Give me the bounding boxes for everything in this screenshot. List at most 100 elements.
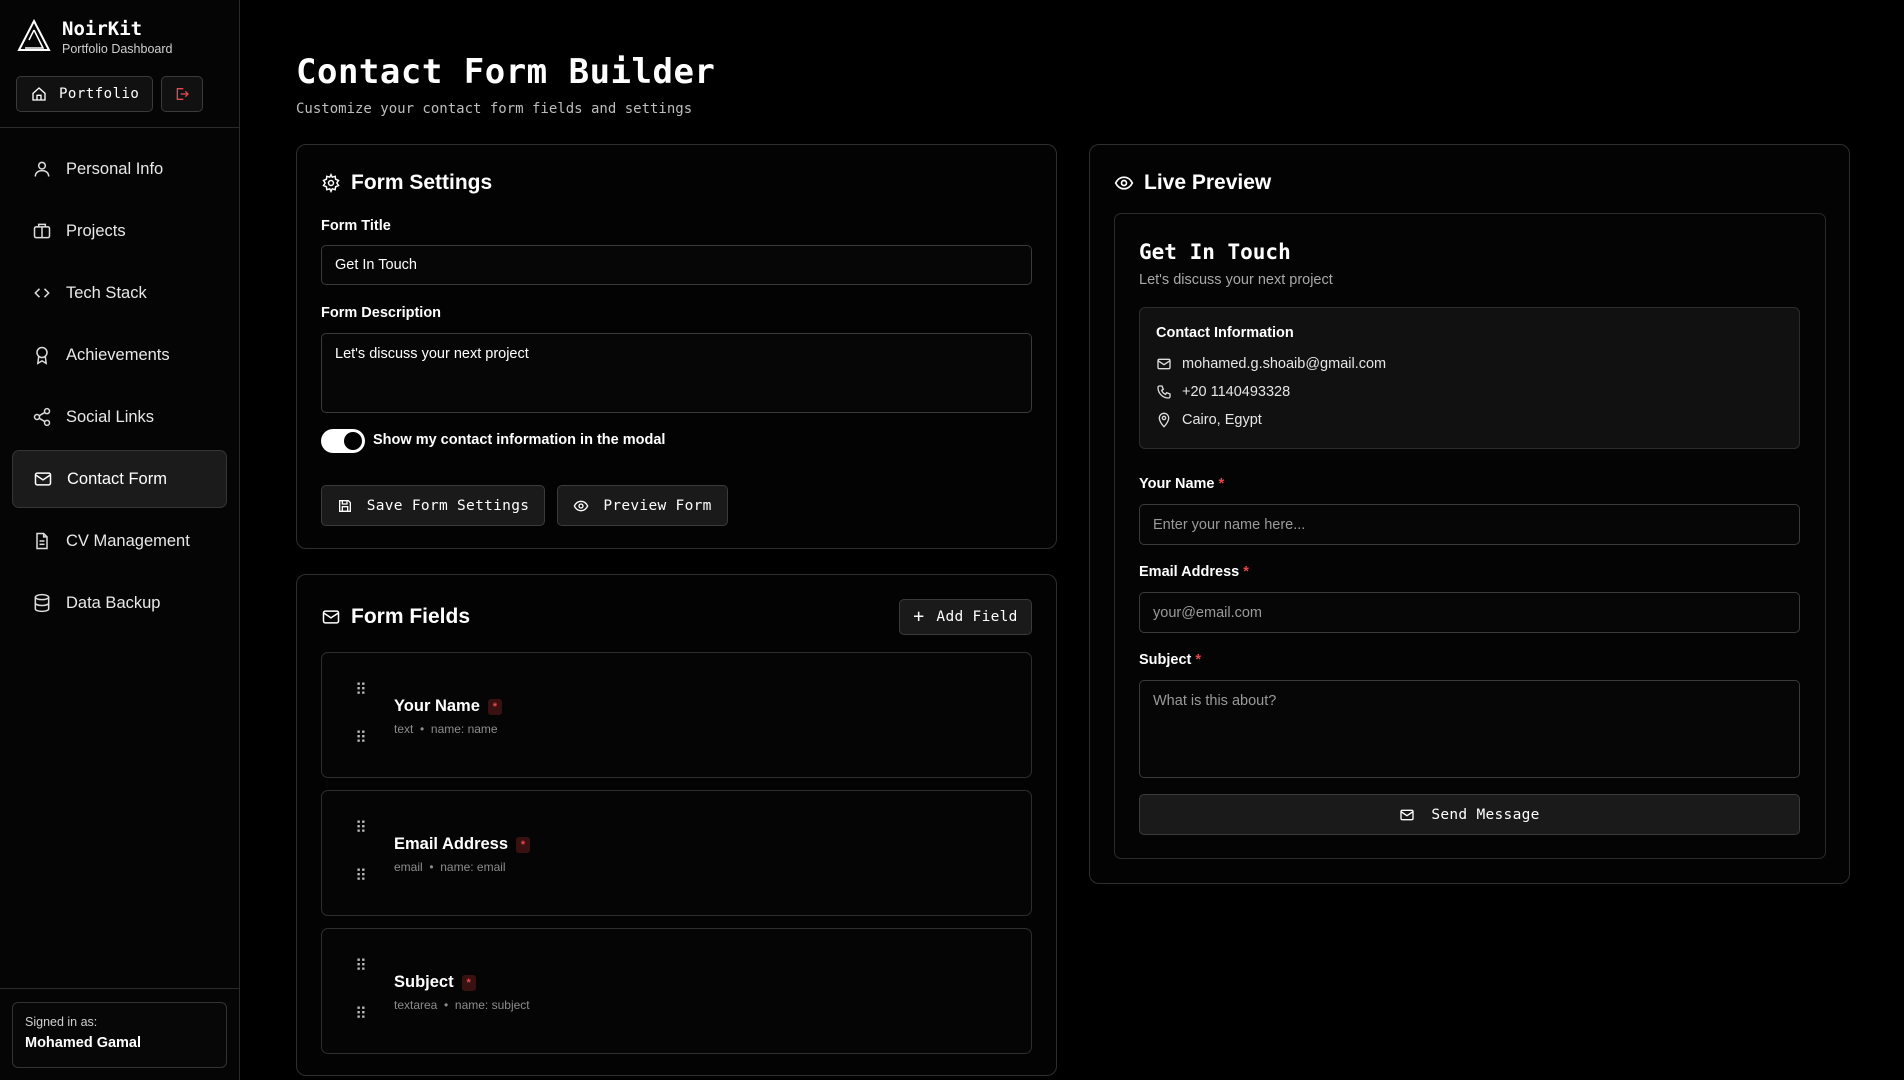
live-preview-card: Live Preview Get In Touch Let's discuss …: [1089, 144, 1850, 884]
preview-email-label-text: Email Address: [1139, 564, 1240, 580]
sidebar-item-contact-form[interactable]: Contact Form: [12, 450, 227, 508]
file-icon: [36, 532, 48, 550]
sidebar-item-label: Contact Form: [67, 469, 167, 488]
preview-name-input[interactable]: Enter your name here...: [1139, 504, 1800, 545]
field-row-email-address[interactable]: ⠿ ⠿ Email Address * email • name: email: [321, 790, 1032, 916]
portfolio-label: Portfolio: [59, 86, 140, 102]
field-key: name: subject: [454, 998, 530, 1012]
field-label: Your Name *: [394, 697, 502, 716]
form-description-textarea[interactable]: Let's discuss your next project: [321, 333, 1032, 413]
field-row-your-name[interactable]: ⠿ ⠿ Your Name * text • name: name: [321, 652, 1032, 778]
add-field-label: Add Field: [936, 609, 1018, 625]
gear-icon: [322, 173, 340, 193]
save-icon: [338, 499, 351, 512]
field-row-subject[interactable]: ⠿ ⠿ Subject * textarea • name: subject: [321, 928, 1032, 1054]
contact-info-box: Contact Information mohamed.g.shoaib@gma…: [1139, 307, 1800, 449]
contact-info-toggle-label: Show my contact information in the modal: [373, 432, 666, 448]
contact-location-value: Cairo, Egypt: [1182, 412, 1262, 428]
field-meta: email • name: email: [394, 860, 506, 874]
form-settings-title-text: Form Settings: [351, 171, 493, 194]
sidebar-item-label: CV Management: [66, 531, 190, 550]
sidebar-item-label: Projects: [66, 221, 126, 240]
drag-handle-icon[interactable]: ⠿: [355, 959, 367, 975]
sidebar-item-tech-stack[interactable]: Tech Stack: [12, 264, 227, 322]
sidebar-item-projects[interactable]: Projects: [12, 202, 227, 260]
required-badge: *: [487, 698, 502, 715]
brand-name: NoirKit: [62, 18, 143, 40]
page-title: Contact Form Builder: [296, 52, 716, 92]
drag-handle-icon[interactable]: ⠿: [355, 683, 367, 699]
contact-phone-value: +20 1140493328: [1182, 384, 1291, 400]
drag-handle-icon[interactable]: ⠿: [355, 821, 367, 837]
form-settings-title: Form Settings: [321, 171, 492, 195]
phone-icon: [1157, 385, 1171, 399]
preview-form-description: Let's discuss your next project: [1139, 272, 1333, 288]
logout-button[interactable]: [161, 76, 203, 112]
form-title-value: Get In Touch: [335, 257, 417, 273]
add-field-button[interactable]: + Add Field: [899, 599, 1032, 635]
meta-separator: •: [444, 998, 449, 1012]
field-type: text: [394, 722, 414, 736]
mail-icon: [1400, 809, 1414, 820]
logout-icon: [176, 88, 189, 100]
preview-form-title: Get In Touch: [1139, 240, 1291, 264]
home-icon: [32, 87, 46, 101]
sidebar-item-personal-info[interactable]: Personal Info: [12, 140, 227, 198]
send-message-label: Send Message: [1431, 806, 1540, 823]
preview-subject-placeholder: What is this about?: [1153, 693, 1277, 709]
save-form-settings-button[interactable]: Save Form Settings: [321, 485, 545, 526]
sidebar-item-data-backup[interactable]: Data Backup: [12, 574, 227, 632]
preview-name-placeholder: Enter your name here...: [1153, 517, 1306, 533]
form-fields-card: Form Fields + Add Field ⠿ ⠿ Your Name * …: [296, 574, 1057, 1076]
preview-email-placeholder: your@email.com: [1153, 605, 1262, 621]
preview-subject-textarea[interactable]: What is this about?: [1139, 680, 1800, 778]
field-meta: textarea • name: subject: [394, 998, 530, 1012]
preview-form: Get In Touch Let's discuss your next pro…: [1114, 213, 1826, 859]
sidebar-item-label: Social Links: [66, 407, 155, 426]
field-type: textarea: [394, 998, 438, 1012]
preview-email-input[interactable]: your@email.com: [1139, 592, 1800, 633]
preview-form-button[interactable]: Preview Form: [557, 485, 728, 526]
drag-handle-icon[interactable]: ⠿: [355, 1007, 367, 1023]
form-title-label: Form Title: [321, 218, 391, 234]
database-icon: [34, 593, 50, 613]
award-icon: [36, 346, 48, 365]
form-title-input[interactable]: Get In Touch: [321, 245, 1032, 285]
map-pin-icon: [1158, 412, 1170, 428]
portfolio-button[interactable]: Portfolio: [16, 76, 153, 112]
share-icon: [33, 407, 51, 427]
field-meta: text • name: name: [394, 722, 498, 736]
sidebar-item-label: Data Backup: [66, 593, 161, 612]
contact-info-toggle[interactable]: [321, 429, 365, 453]
preview-name-label: Your Name *: [1139, 476, 1224, 492]
field-type: email: [394, 860, 423, 874]
divider: [0, 988, 240, 989]
divider: [0, 127, 240, 128]
field-name: Email Address: [394, 835, 509, 853]
sidebar-item-social-links[interactable]: Social Links: [12, 388, 227, 446]
drag-handle-icon[interactable]: ⠿: [355, 869, 367, 885]
contact-info-heading: Contact Information: [1156, 325, 1294, 341]
user-icon: [34, 161, 50, 177]
mail-icon: [322, 610, 340, 624]
logo-icon: [17, 18, 51, 51]
live-preview-title: Live Preview: [1114, 171, 1271, 195]
plus-icon: +: [913, 606, 925, 627]
contact-phone: +20 1140493328: [1156, 384, 1290, 400]
signed-in-label: Signed in as:: [25, 1015, 98, 1029]
sidebar-item-cv-management[interactable]: CV Management: [12, 512, 227, 570]
field-name: Your Name: [394, 697, 480, 715]
form-fields-title-text: Form Fields: [351, 605, 471, 628]
page-subtitle: Customize your contact form fields and s…: [296, 101, 693, 117]
form-description-label: Form Description: [321, 305, 442, 321]
sidebar-nav: Personal Info Projects Tech Stack Achiev…: [12, 140, 227, 636]
required-asterisk: *: [1195, 652, 1202, 668]
send-message-button[interactable]: Send Message: [1139, 794, 1800, 835]
drag-handle-icon[interactable]: ⠿: [355, 731, 367, 747]
brand[interactable]: NoirKit Portfolio Dashboard: [16, 18, 172, 56]
meta-separator: •: [429, 860, 434, 874]
preview-name-label-text: Your Name: [1139, 476, 1215, 492]
form-settings-card: Form Settings Form Title Get In Touch Fo…: [296, 144, 1057, 549]
sidebar-item-achievements[interactable]: Achievements: [12, 326, 227, 384]
live-preview-title-text: Live Preview: [1144, 171, 1272, 194]
